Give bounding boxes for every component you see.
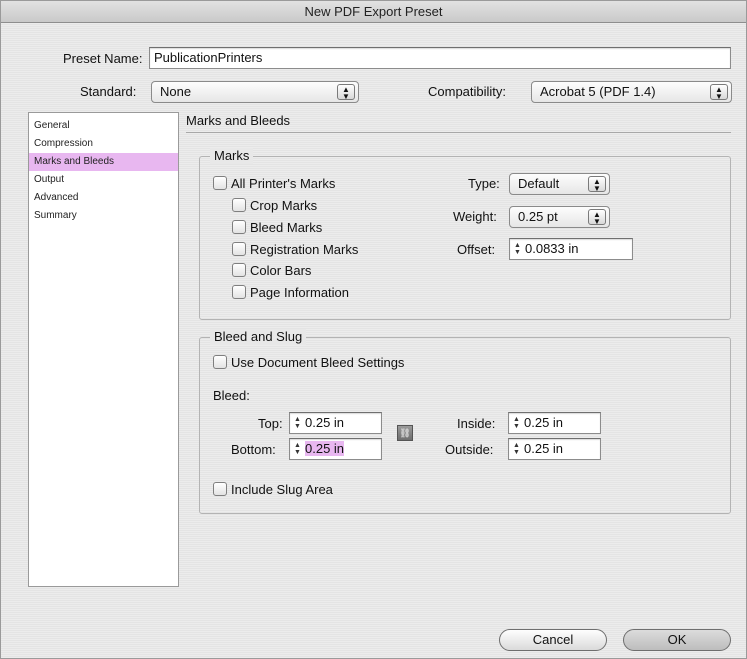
- bottom-label: Bottom:: [231, 442, 276, 457]
- include-slug-option[interactable]: Include Slug Area: [213, 482, 333, 500]
- offset-field[interactable]: ▲ ▼ 0.0833 in: [509, 238, 633, 260]
- compatibility-label: Compatibility:: [428, 84, 507, 99]
- use-document-bleed-label: Use Document Bleed Settings: [231, 355, 405, 370]
- top-bleed-field[interactable]: ▲ ▼ 0.25 in: [289, 412, 382, 434]
- category-list: General Compression Marks and Bleeds Out…: [28, 112, 179, 587]
- top-label: Top:: [258, 416, 283, 431]
- stepper-arrows-icon[interactable]: ▲ ▼: [513, 242, 522, 256]
- color-bars-label: Color Bars: [250, 263, 312, 278]
- compatibility-value: Acrobat 5 (PDF 1.4): [540, 84, 656, 99]
- cancel-button[interactable]: Cancel: [499, 629, 607, 651]
- popup-arrows-icon: ▲ ▼: [588, 176, 606, 193]
- offset-value: 0.0833 in: [525, 241, 579, 256]
- type-popup[interactable]: Default ▲ ▼: [509, 173, 610, 195]
- registration-marks-label: Registration Marks: [250, 242, 359, 257]
- use-document-bleed-option[interactable]: Use Document Bleed Settings: [213, 355, 404, 373]
- compatibility-popup[interactable]: Acrobat 5 (PDF 1.4) ▲ ▼: [531, 81, 732, 103]
- page-information-checkbox[interactable]: [232, 285, 246, 299]
- type-label: Type:: [468, 176, 500, 191]
- page-information-option[interactable]: Page Information: [232, 285, 349, 303]
- top-bleed-value: 0.25 in: [305, 415, 345, 430]
- sidebar-item-summary[interactable]: Summary: [29, 207, 178, 225]
- window-title: New PDF Export Preset: [1, 1, 746, 23]
- marks-group-title: Marks: [210, 148, 254, 164]
- bleed-marks-checkbox[interactable]: [232, 220, 246, 234]
- panel-title: Marks and Bleeds: [186, 113, 291, 128]
- stepper-arrows-icon[interactable]: ▲ ▼: [293, 416, 302, 430]
- color-bars-option[interactable]: Color Bars: [232, 263, 311, 281]
- bottom-bleed-value: 0.25 in: [305, 441, 345, 456]
- use-document-bleed-checkbox[interactable]: [213, 355, 227, 369]
- sidebar-item-general[interactable]: General: [29, 117, 178, 135]
- stepper-arrows-icon[interactable]: ▲ ▼: [293, 442, 302, 456]
- inside-bleed-field[interactable]: ▲ ▼ 0.25 in: [508, 412, 601, 434]
- weight-value: 0.25 pt: [518, 209, 558, 224]
- ok-button[interactable]: OK: [623, 629, 731, 651]
- link-chain-icon[interactable]: ⛓: [397, 425, 413, 441]
- offset-label: Offset:: [457, 242, 496, 257]
- bleed-marks-option[interactable]: Bleed Marks: [232, 220, 322, 238]
- popup-arrows-icon: ▲ ▼: [588, 209, 606, 226]
- sidebar-item-output[interactable]: Output: [29, 171, 178, 189]
- outside-bleed-field[interactable]: ▲ ▼ 0.25 in: [508, 438, 601, 460]
- inside-bleed-value: 0.25 in: [524, 415, 564, 430]
- popup-arrows-icon: ▲ ▼: [337, 84, 355, 101]
- type-value: Default: [518, 176, 560, 191]
- crop-marks-checkbox[interactable]: [232, 198, 246, 212]
- weight-label: Weight:: [453, 209, 497, 224]
- all-printers-marks-option[interactable]: All Printer's Marks: [213, 176, 335, 194]
- outside-label: Outside:: [445, 442, 494, 457]
- standard-value: None: [160, 84, 192, 99]
- registration-marks-checkbox[interactable]: [232, 242, 246, 256]
- registration-marks-option[interactable]: Registration Marks: [232, 242, 358, 260]
- include-slug-checkbox[interactable]: [213, 482, 227, 496]
- bleed-slug-group-title: Bleed and Slug: [210, 329, 307, 345]
- bleed-marks-label: Bleed Marks: [250, 220, 323, 235]
- crop-marks-option[interactable]: Crop Marks: [232, 198, 317, 216]
- popup-arrows-icon: ▲ ▼: [710, 84, 728, 101]
- stepper-arrows-icon[interactable]: ▲ ▼: [512, 416, 521, 430]
- bottom-bleed-field[interactable]: ▲ ▼ 0.25 in: [289, 438, 382, 460]
- outside-bleed-value: 0.25 in: [524, 441, 564, 456]
- page-information-label: Page Information: [250, 285, 350, 300]
- preset-name-label: Preset Name:: [63, 51, 143, 66]
- panel-title-divider: [186, 132, 731, 133]
- color-bars-checkbox[interactable]: [232, 263, 246, 277]
- inside-label: Inside:: [457, 416, 496, 431]
- standard-popup[interactable]: None ▲ ▼: [151, 81, 359, 103]
- preset-name-field[interactable]: PublicationPrinters: [149, 47, 731, 69]
- sidebar-item-marks-and-bleeds[interactable]: Marks and Bleeds: [29, 153, 178, 171]
- all-printers-marks-label: All Printer's Marks: [231, 176, 336, 191]
- pdf-export-preset-dialog: New PDF Export Preset Preset Name: Publi…: [0, 0, 747, 659]
- crop-marks-label: Crop Marks: [250, 198, 318, 213]
- bleed-label: Bleed:: [213, 388, 250, 403]
- stepper-arrows-icon[interactable]: ▲ ▼: [512, 442, 521, 456]
- sidebar-item-compression[interactable]: Compression: [29, 135, 178, 153]
- standard-label: Standard:: [80, 84, 137, 99]
- all-printers-marks-checkbox[interactable]: [213, 176, 227, 190]
- weight-popup[interactable]: 0.25 pt ▲ ▼: [509, 206, 610, 228]
- include-slug-label: Include Slug Area: [231, 482, 333, 497]
- sidebar-item-advanced[interactable]: Advanced: [29, 189, 178, 207]
